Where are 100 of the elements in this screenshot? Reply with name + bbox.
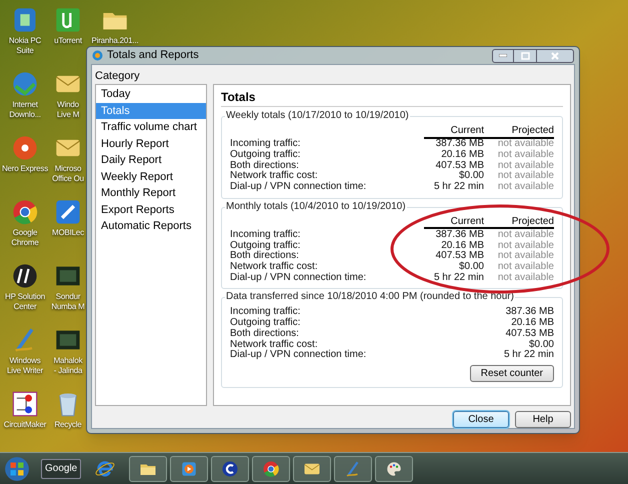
desktop-icon-label[interactable]: Windo Live M <box>56 100 80 120</box>
row-label: Network traffic cost: <box>230 171 318 182</box>
row-label: Network traffic cost: <box>230 340 318 350</box>
category-item[interactable]: Today <box>96 86 206 102</box>
close-icon <box>551 52 559 60</box>
close-button[interactable] <box>536 48 574 62</box>
value-cell-text: not available <box>498 262 554 272</box>
desktop-icon-label[interactable]: Recycle <box>54 420 82 430</box>
category-item[interactable]: Weekly Report <box>96 168 206 185</box>
row-label: Incoming traffic: <box>230 307 300 318</box>
desktop-icon-label[interactable]: Piranha.201... <box>91 36 138 46</box>
value-cell-text: $0.00 <box>528 340 554 350</box>
chrome-browser-icon <box>11 198 39 226</box>
value-cell: 387.36 MB <box>436 230 484 241</box>
row-label: Outgoing traffic: <box>230 150 300 160</box>
row-label: Incoming traffic: <box>230 139 300 150</box>
value-cell: not available <box>498 182 554 193</box>
taskbar-button[interactable] <box>129 456 168 482</box>
value-cell: 387.36 MB <box>436 139 484 150</box>
desktop-icon-label[interactable]: Nero Express <box>2 164 48 174</box>
desktop-icon-label[interactable]: uTorrent <box>54 36 82 46</box>
value-cell-text: 407.53 MB <box>436 160 484 171</box>
value-cell-text: not available <box>498 160 554 171</box>
value-cell: 5 hr 22 min <box>434 182 484 193</box>
group-title: Weekly totals (10/17/2010 to 10/19/2010) <box>225 110 410 122</box>
maximize-icon <box>520 52 530 60</box>
taskbar-button[interactable] <box>211 456 250 482</box>
value-cell-text: 387.36 MB <box>506 307 554 318</box>
desktop-icon-label[interactable]: CircuitMaker <box>4 420 46 430</box>
desktop-icon-label[interactable]: Mahalok - Jalinda <box>54 356 82 376</box>
row-label: Dial-up / VPN connection time: <box>230 272 366 284</box>
letter-c-icon <box>221 460 240 478</box>
taskbar-button[interactable] <box>252 456 290 482</box>
column-header: Current <box>450 126 484 137</box>
value-cell-text: not available <box>498 240 554 251</box>
circuit-icon <box>11 390 39 418</box>
value-cell-text: 20.16 MB <box>441 240 484 251</box>
value-cell-text: not available <box>498 150 554 160</box>
desktop-icon-label[interactable]: Windows Live Writer <box>7 356 43 376</box>
value-cell: 20.16 MB <box>511 318 554 329</box>
category-label: Category <box>95 70 140 82</box>
group-title: Monthly totals (10/4/2010 to 10/19/2010) <box>225 200 407 213</box>
value-cell-text: 407.53 MB <box>506 328 554 340</box>
desktop-icon-label[interactable]: Internet Downlo... <box>9 100 41 120</box>
category-item[interactable]: Hourly Report <box>96 136 206 152</box>
row-label: Incoming traffic: <box>230 230 300 240</box>
column-header: Projected <box>512 126 554 137</box>
panel-title: Totals <box>221 90 256 104</box>
chrome-browser-icon <box>262 460 280 478</box>
minimize-icon <box>499 54 507 57</box>
palette-icon <box>385 460 404 478</box>
desktop-icon-label[interactable]: HP Solution Center <box>5 292 45 312</box>
value-cell: 20.16 MB <box>441 150 484 161</box>
play-icon <box>180 460 198 478</box>
value-cell: not available <box>498 272 554 284</box>
dialog-button[interactable]: Help <box>515 411 571 428</box>
row-label: Network traffic cost: <box>230 262 318 272</box>
desktop-icon-label[interactable]: Nokia PC Suite <box>8 36 42 56</box>
google-search-button[interactable]: Google <box>41 458 82 478</box>
desktop-icon-label[interactable]: Sondur Numba M <box>51 292 85 312</box>
taskbar-button[interactable] <box>293 456 332 482</box>
row-label: Dial-up / VPN connection time: <box>230 182 366 193</box>
category-item[interactable]: Traffic volume chart <box>96 119 206 136</box>
value-cell-text: 407.53 MB <box>436 251 484 262</box>
disc-icon <box>11 134 39 162</box>
desktop-icon-label[interactable]: Google Chrome <box>11 228 39 248</box>
category-item[interactable]: Daily Report <box>96 152 206 168</box>
row-label: Outgoing traffic: <box>230 318 300 328</box>
row-label: Both directions: <box>230 251 299 262</box>
column-header: Current <box>450 216 484 228</box>
value-cell-text: not available <box>498 139 554 150</box>
value-cell-text: not available <box>498 230 554 240</box>
app-logo-icon <box>92 50 103 61</box>
value-cell-text: not available <box>498 251 554 262</box>
window-title: Totals and Reports <box>107 48 199 64</box>
value-cell-text: $0.00 <box>458 262 484 272</box>
torrent-app-icon <box>54 6 82 34</box>
category-item[interactable]: Export Reports <box>96 202 206 218</box>
column-header: Projected <box>512 216 554 228</box>
row-label: Both directions: <box>230 328 299 340</box>
group-title: Data transferred since 10/18/2010 4:00 PM (rounded to the hour) <box>225 291 515 304</box>
value-cell: 5 hr 22 min <box>434 272 484 284</box>
value-cell: 5 hr 22 min <box>504 350 554 361</box>
category-item[interactable]: Totals <box>96 102 206 119</box>
desktop-icon-label[interactable]: Microso Office Ou <box>52 164 84 184</box>
category-item[interactable]: Monthly Report <box>96 185 206 202</box>
desktop-icon-label[interactable]: MOBILec <box>52 228 84 238</box>
app-tile-icon <box>54 198 82 226</box>
dialog-button[interactable]: Close <box>453 411 509 428</box>
start-button[interactable] <box>4 456 30 482</box>
maximize-button[interactable] <box>514 48 536 62</box>
row-label: Outgoing traffic: <box>230 240 300 251</box>
value-cell-text: $0.00 <box>458 171 484 182</box>
value-cell-text: not available <box>498 171 554 182</box>
minimize-button[interactable] <box>492 48 514 62</box>
taskbar-button[interactable] <box>375 456 414 482</box>
row-label: Both directions: <box>230 160 299 171</box>
category-item[interactable]: Automatic Reports <box>96 218 206 234</box>
row-label: Dial-up / VPN connection time: <box>230 350 366 361</box>
reset-counter-button[interactable]: Reset counter <box>470 364 554 382</box>
